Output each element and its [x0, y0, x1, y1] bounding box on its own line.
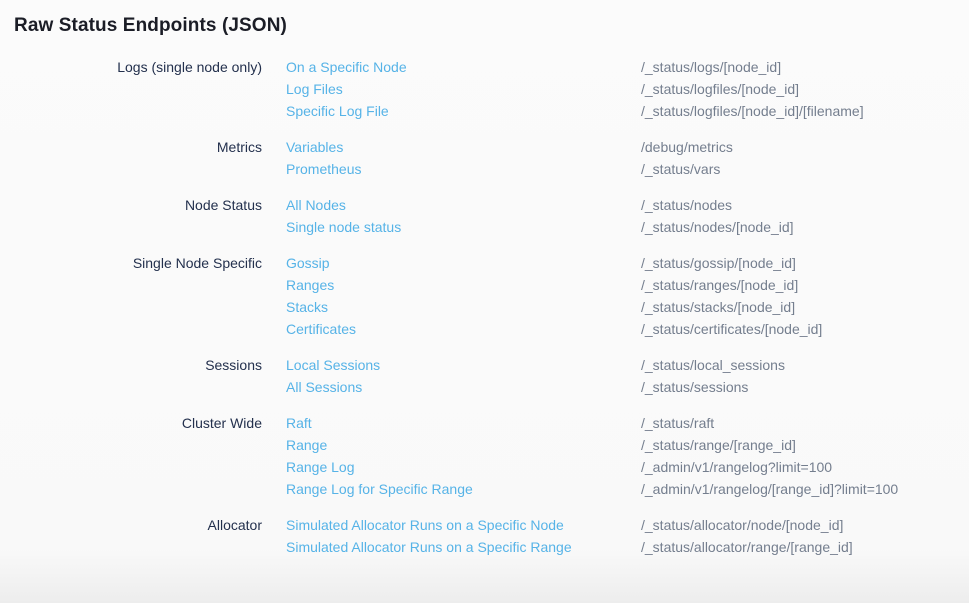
- endpoint-group: Logs (single node only) On a Specific No…: [14, 56, 969, 122]
- endpoint-path: /_status/sessions: [641, 376, 969, 398]
- endpoint-link[interactable]: All Nodes: [262, 194, 641, 216]
- endpoint-row: Single node status /_status/nodes/[node_…: [262, 216, 969, 238]
- endpoint-group: Metrics Variables /debug/metrics Prometh…: [14, 136, 969, 180]
- endpoint-group: Single Node Specific Gossip /_status/gos…: [14, 252, 969, 340]
- endpoint-row: Stacks /_status/stacks/[node_id]: [262, 296, 969, 318]
- endpoint-path: /_status/certificates/[node_id]: [641, 318, 969, 340]
- category-label: Single Node Specific: [14, 252, 262, 340]
- category-label: Sessions: [14, 354, 262, 398]
- endpoint-link[interactable]: Log Files: [262, 78, 641, 100]
- endpoint-path: /_status/raft: [641, 412, 969, 434]
- endpoint-link[interactable]: Specific Log File: [262, 100, 641, 122]
- endpoint-group: Sessions Local Sessions /_status/local_s…: [14, 354, 969, 398]
- endpoint-row: Range Log /_admin/v1/rangelog?limit=100: [262, 456, 969, 478]
- endpoint-path: /_admin/v1/rangelog?limit=100: [641, 456, 969, 478]
- endpoint-link[interactable]: Range Log for Specific Range: [262, 478, 641, 500]
- endpoint-path: /_status/logs/[node_id]: [641, 56, 969, 78]
- endpoint-row: On a Specific Node /_status/logs/[node_i…: [262, 56, 969, 78]
- endpoint-group: Allocator Simulated Allocator Runs on a …: [14, 514, 969, 558]
- endpoint-row: Log Files /_status/logfiles/[node_id]: [262, 78, 969, 100]
- category-label: Node Status: [14, 194, 262, 238]
- endpoint-link[interactable]: Prometheus: [262, 158, 641, 180]
- endpoint-link[interactable]: All Sessions: [262, 376, 641, 398]
- endpoint-row: Range Log for Specific Range /_admin/v1/…: [262, 478, 969, 500]
- endpoint-path: /_status/local_sessions: [641, 354, 969, 376]
- endpoint-path: /_status/nodes/[node_id]: [641, 216, 969, 238]
- endpoint-path: /_status/logfiles/[node_id]/[filename]: [641, 100, 969, 122]
- category-label: Logs (single node only): [14, 56, 262, 122]
- endpoint-group-rows: All Nodes /_status/nodes Single node sta…: [262, 194, 969, 238]
- endpoint-path: /debug/metrics: [641, 136, 969, 158]
- endpoint-link[interactable]: Local Sessions: [262, 354, 641, 376]
- endpoint-path: /_status/gossip/[node_id]: [641, 252, 969, 274]
- endpoint-path: /_status/range/[range_id]: [641, 434, 969, 456]
- endpoint-group-rows: Gossip /_status/gossip/[node_id] Ranges …: [262, 252, 969, 340]
- endpoint-link[interactable]: Single node status: [262, 216, 641, 238]
- endpoint-row: Gossip /_status/gossip/[node_id]: [262, 252, 969, 274]
- endpoint-group-rows: Raft /_status/raft Range /_status/range/…: [262, 412, 969, 500]
- endpoint-row: Variables /debug/metrics: [262, 136, 969, 158]
- endpoint-row: Local Sessions /_status/local_sessions: [262, 354, 969, 376]
- endpoint-path: /_admin/v1/rangelog/[range_id]?limit=100: [641, 478, 969, 500]
- endpoint-link[interactable]: Gossip: [262, 252, 641, 274]
- category-label: Cluster Wide: [14, 412, 262, 500]
- endpoint-link[interactable]: Range Log: [262, 456, 641, 478]
- endpoint-link[interactable]: Range: [262, 434, 641, 456]
- endpoint-group: Node Status All Nodes /_status/nodes Sin…: [14, 194, 969, 238]
- endpoint-link[interactable]: Variables: [262, 136, 641, 158]
- endpoint-row: Ranges /_status/ranges/[node_id]: [262, 274, 969, 296]
- endpoint-group-rows: On a Specific Node /_status/logs/[node_i…: [262, 56, 969, 122]
- endpoint-row: Specific Log File /_status/logfiles/[nod…: [262, 100, 969, 122]
- endpoints-table: Logs (single node only) On a Specific No…: [14, 56, 969, 558]
- endpoint-link[interactable]: On a Specific Node: [262, 56, 641, 78]
- endpoint-path: /_status/nodes: [641, 194, 969, 216]
- endpoint-group-rows: Local Sessions /_status/local_sessions A…: [262, 354, 969, 398]
- endpoint-row: Certificates /_status/certificates/[node…: [262, 318, 969, 340]
- endpoint-row: Simulated Allocator Runs on a Specific N…: [262, 514, 969, 536]
- endpoint-path: /_status/stacks/[node_id]: [641, 296, 969, 318]
- endpoint-link[interactable]: Simulated Allocator Runs on a Specific N…: [262, 514, 641, 536]
- category-label: Metrics: [14, 136, 262, 180]
- endpoint-path: /_status/allocator/node/[node_id]: [641, 514, 969, 536]
- endpoint-path: /_status/logfiles/[node_id]: [641, 78, 969, 100]
- endpoint-link[interactable]: Ranges: [262, 274, 641, 296]
- endpoint-group-rows: Simulated Allocator Runs on a Specific N…: [262, 514, 969, 558]
- endpoint-row: Range /_status/range/[range_id]: [262, 434, 969, 456]
- endpoint-link[interactable]: Raft: [262, 412, 641, 434]
- endpoint-link[interactable]: Certificates: [262, 318, 641, 340]
- page-title: Raw Status Endpoints (JSON): [14, 13, 969, 39]
- endpoint-group: Cluster Wide Raft /_status/raft Range /_…: [14, 412, 969, 500]
- page: Raw Status Endpoints (JSON) Logs (single…: [0, 0, 969, 603]
- endpoint-group-rows: Variables /debug/metrics Prometheus /_st…: [262, 136, 969, 180]
- endpoint-row: Simulated Allocator Runs on a Specific R…: [262, 536, 969, 558]
- endpoint-path: /_status/ranges/[node_id]: [641, 274, 969, 296]
- endpoint-path: /_status/vars: [641, 158, 969, 180]
- endpoint-path: /_status/allocator/range/[range_id]: [641, 536, 969, 558]
- endpoint-row: Raft /_status/raft: [262, 412, 969, 434]
- endpoint-link[interactable]: Stacks: [262, 296, 641, 318]
- endpoint-link[interactable]: Simulated Allocator Runs on a Specific R…: [262, 536, 641, 558]
- category-label: Allocator: [14, 514, 262, 558]
- endpoint-row: Prometheus /_status/vars: [262, 158, 969, 180]
- endpoint-row: All Sessions /_status/sessions: [262, 376, 969, 398]
- endpoint-row: All Nodes /_status/nodes: [262, 194, 969, 216]
